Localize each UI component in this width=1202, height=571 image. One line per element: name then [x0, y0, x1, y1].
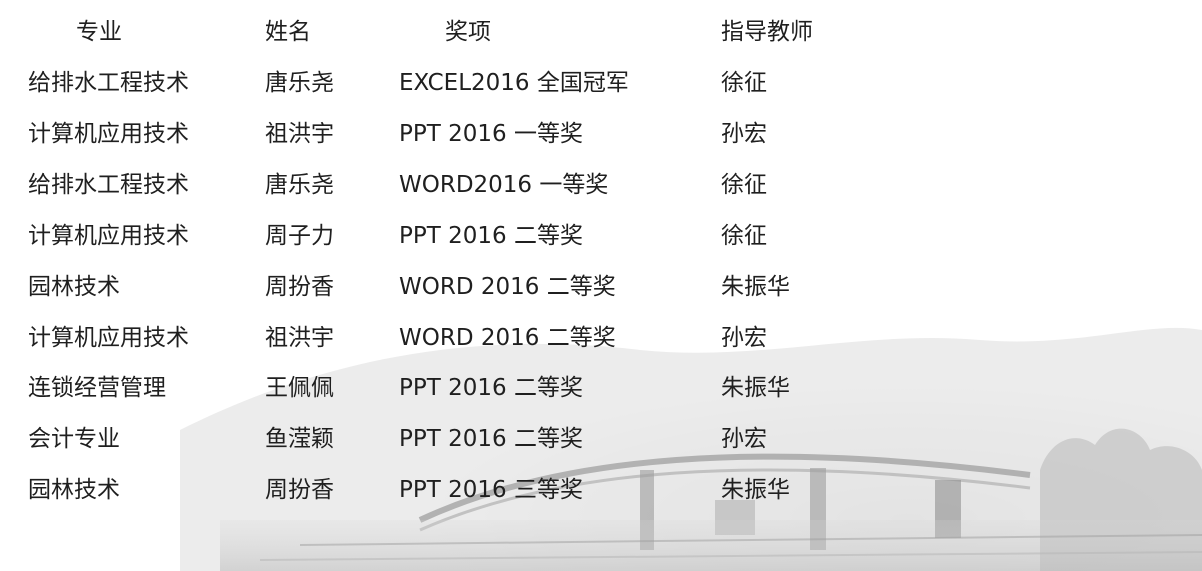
cell-award: WORD 2016 二等奖 [399, 325, 616, 351]
cell-major: 会计专业 [28, 426, 120, 452]
cell-teacher: 朱振华 [721, 274, 790, 300]
cell-teacher: 孙宏 [721, 121, 767, 147]
table-row: 园林技术 周扮香 WORD 2016 二等奖 朱振华 [0, 267, 1202, 307]
cell-award: PPT 2016 二等奖 [399, 426, 583, 452]
cell-award: PPT 2016 一等奖 [399, 121, 583, 147]
cell-award: PPT 2016 三等奖 [399, 477, 583, 503]
header-award: 奖项 [445, 19, 491, 45]
cell-name: 周扮香 [265, 274, 334, 300]
cell-teacher: 徐征 [721, 223, 767, 249]
cell-name: 周扮香 [265, 477, 334, 503]
award-table: 专业 姓名 奖项 指导教师 给排水工程技术 唐乐尧 EXCEL2016 全国冠军… [0, 0, 1202, 571]
cell-name: 鱼滢颖 [265, 426, 334, 452]
cell-teacher: 朱振华 [721, 477, 790, 503]
cell-award: WORD2016 一等奖 [399, 172, 609, 198]
cell-award: WORD 2016 二等奖 [399, 274, 616, 300]
header-major: 专业 [76, 19, 122, 45]
cell-major: 计算机应用技术 [28, 121, 189, 147]
table-header-row: 专业 姓名 奖项 指导教师 [0, 12, 1202, 52]
table-row: 计算机应用技术 周子力 PPT 2016 二等奖 徐征 [0, 216, 1202, 256]
table-row: 给排水工程技术 唐乐尧 WORD2016 一等奖 徐征 [0, 165, 1202, 205]
cell-award: PPT 2016 二等奖 [399, 223, 583, 249]
cell-name: 王佩佩 [265, 375, 334, 401]
table-row: 计算机应用技术 祖洪宇 PPT 2016 一等奖 孙宏 [0, 114, 1202, 154]
cell-major: 园林技术 [28, 477, 120, 503]
cell-major: 连锁经营管理 [28, 375, 166, 401]
cell-name: 唐乐尧 [265, 172, 334, 198]
cell-name: 祖洪宇 [265, 325, 334, 351]
cell-award: EXCEL2016 全国冠军 [399, 70, 629, 96]
cell-teacher: 徐征 [721, 172, 767, 198]
table-row: 园林技术 周扮香 PPT 2016 三等奖 朱振华 [0, 470, 1202, 510]
header-teacher: 指导教师 [721, 19, 813, 45]
cell-name: 唐乐尧 [265, 70, 334, 96]
cell-major: 园林技术 [28, 274, 120, 300]
cell-name: 祖洪宇 [265, 121, 334, 147]
table-row: 连锁经营管理 王佩佩 PPT 2016 二等奖 朱振华 [0, 368, 1202, 408]
cell-teacher: 朱振华 [721, 375, 790, 401]
cell-teacher: 孙宏 [721, 325, 767, 351]
cell-major: 给排水工程技术 [28, 172, 189, 198]
cell-major: 给排水工程技术 [28, 70, 189, 96]
table-row: 会计专业 鱼滢颖 PPT 2016 二等奖 孙宏 [0, 419, 1202, 459]
cell-name: 周子力 [265, 223, 334, 249]
table-row: 给排水工程技术 唐乐尧 EXCEL2016 全国冠军 徐征 [0, 63, 1202, 103]
cell-teacher: 孙宏 [721, 426, 767, 452]
table-row: 计算机应用技术 祖洪宇 WORD 2016 二等奖 孙宏 [0, 318, 1202, 358]
cell-major: 计算机应用技术 [28, 325, 189, 351]
cell-award: PPT 2016 二等奖 [399, 375, 583, 401]
header-name: 姓名 [265, 19, 311, 45]
cell-major: 计算机应用技术 [28, 223, 189, 249]
cell-teacher: 徐征 [721, 70, 767, 96]
